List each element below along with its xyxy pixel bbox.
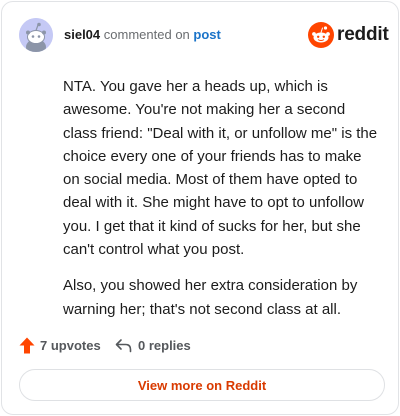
comment-actions: 7 upvotes 0 replies <box>19 335 381 355</box>
comment-paragraph: NTA. You gave her a heads up, which is a… <box>63 78 378 259</box>
brand-name: reddit <box>337 24 389 45</box>
post-link[interactable]: post <box>193 27 220 42</box>
reddit-logo-icon <box>308 22 334 48</box>
upvote-arrow-icon <box>19 337 35 353</box>
comment-embed-card: siel04 commented on post reddit NTA. You… <box>1 1 399 415</box>
comment-meta: siel04 commented on post <box>64 27 221 43</box>
view-more-button[interactable]: View more on Reddit <box>19 369 385 401</box>
upvote-button[interactable]: 7 upvotes <box>19 335 101 355</box>
reply-count: 0 replies <box>138 337 191 353</box>
reply-button[interactable]: 0 replies <box>115 335 191 355</box>
view-more-label: View more on Reddit <box>137 377 267 393</box>
reply-arrow-icon <box>115 338 132 352</box>
comment-body: NTA. You gave her a heads up, which is a… <box>63 75 381 334</box>
action-text: commented on <box>103 27 190 42</box>
snoo-avatar-icon[interactable] <box>19 18 53 52</box>
comment-paragraph: Also, you showed her extra consideration… <box>63 277 358 318</box>
username-link[interactable]: siel04 <box>64 27 100 42</box>
comment-header: siel04 commented on post reddit <box>19 18 389 52</box>
upvote-count: 7 upvotes <box>40 337 101 353</box>
reddit-logo[interactable]: reddit <box>308 22 389 48</box>
